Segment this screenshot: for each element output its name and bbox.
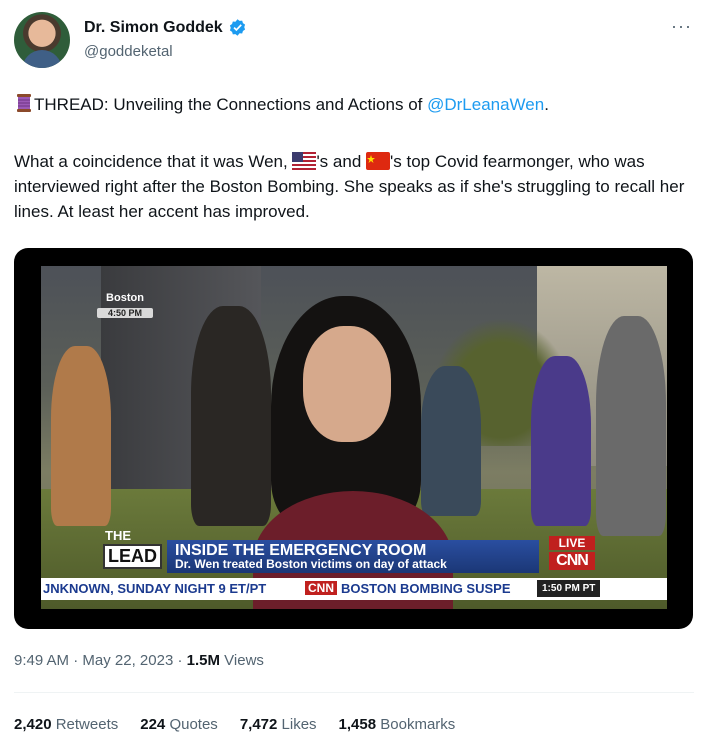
tweet-header: Dr. Simon Goddek @goddeketal ··· [14,12,694,70]
live-bug: LIVE CNN [549,536,595,574]
thread-spool-icon [17,94,31,112]
retweets-label: Retweets [51,716,119,733]
likes-stat[interactable]: 7,472 Likes [240,716,317,733]
meta-separator: · [173,652,187,669]
author-name[interactable]: Dr. Simon Goddek [84,19,223,37]
tweet-meta: 9:49 AM · May 22, 2023 · 1.5M Views [14,652,264,669]
location-time: 4:50 PM [97,308,153,318]
video-frame[interactable]: Boston 4:50 PM THE LEAD INSIDE THE EMERG… [41,266,667,609]
ticker-left-text: JNKNOWN, SUNDAY NIGHT 9 ET/PT [43,581,267,596]
more-options-icon[interactable]: ··· [671,16,692,37]
headline-banner: INSIDE THE EMERGENCY ROOM Dr. Wen treate… [167,540,539,573]
headline-subtitle: Dr. Wen treated Boston victims on day of… [175,557,447,571]
network-logo: CNN [549,552,595,570]
mention-link[interactable]: @DrLeanaWen [427,95,544,114]
retweets-count: 2,420 [14,716,52,733]
engagement-stats: 2,420 Retweets 224 Quotes 7,472 Likes 1,… [14,716,455,733]
avatar[interactable] [14,12,70,68]
ticker-right-text: BOSTON BOMBING SUSPE [341,581,511,596]
china-flag-icon [366,152,390,170]
body-text-part2: 's and [316,152,366,171]
tweet-text-line1: THREAD: Unveiling the Connections and Ac… [14,92,694,117]
video-player[interactable]: Boston 4:50 PM THE LEAD INSIDE THE EMERG… [14,248,693,629]
ticker-time: 1:50 PM PT [537,580,601,597]
thread-intro-suffix: . [544,95,549,114]
bookmarks-stat[interactable]: 1,458 Bookmarks [339,716,456,733]
quotes-stat[interactable]: 224 Quotes [140,716,218,733]
news-lower-third: THE LEAD INSIDE THE EMERGENCY ROOM Dr. W… [41,528,667,609]
author-handle[interactable]: @goddeketal [84,43,173,60]
views-count: 1.5M [186,652,220,669]
tweet-text-body: What a coincidence that it was Wen, 's a… [14,149,694,224]
tweet-time[interactable]: 9:49 AM [14,652,69,669]
body-text-part1: What a coincidence that it was Wen, [14,152,293,171]
show-logo-the: THE [105,528,131,543]
likes-count: 7,472 [239,716,278,733]
views-label: Views [220,652,264,669]
tweet-date[interactable]: May 22, 2023 [82,652,173,669]
show-logo: THE LEAD [101,528,165,569]
meta-separator: · [69,652,83,669]
us-flag-icon [292,152,317,170]
ticker-network-logo: CNN [305,581,337,595]
quotes-count: 224 [140,716,166,733]
divider [14,692,694,693]
quotes-label: Quotes [165,716,218,733]
author-name-row[interactable]: Dr. Simon Goddek [84,18,247,37]
live-label: LIVE [549,536,595,550]
bookmarks-count: 1,458 [338,716,377,733]
location-bug: Boston 4:50 PM [97,288,153,318]
location-city: Boston [106,292,144,304]
bookmarks-label: Bookmarks [376,716,456,733]
likes-label: Likes [277,716,317,733]
retweets-stat[interactable]: 2,420 Retweets [14,716,118,733]
show-logo-lead: LEAD [103,544,162,569]
verified-badge-icon [229,19,245,36]
thread-intro-text: THREAD: Unveiling the Connections and Ac… [34,95,428,114]
news-ticker: JNKNOWN, SUNDAY NIGHT 9 ET/PT CNN BOSTON… [41,578,667,600]
